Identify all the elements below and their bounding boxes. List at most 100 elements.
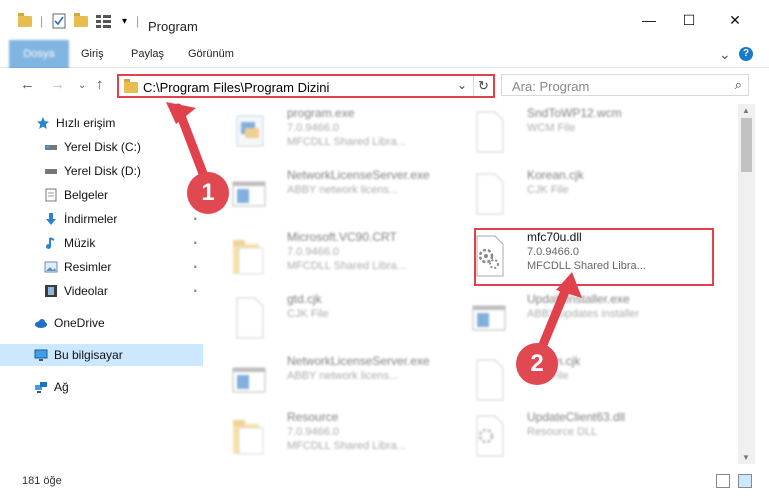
document-icon	[45, 188, 57, 202]
search-input[interactable]: Ara: Program ⌕	[501, 74, 749, 96]
separator: |	[136, 14, 140, 28]
details-view-icon[interactable]	[716, 474, 730, 488]
window-app-icon	[232, 181, 266, 207]
large-icons-view-icon[interactable]	[738, 474, 752, 488]
vertical-scrollbar[interactable]: ▲ ▼	[738, 104, 755, 464]
file-item[interactable]: UpdateInstaller.exe ABBY updates install…	[445, 290, 675, 346]
recent-locations-dropdown[interactable]: ⌄	[78, 80, 86, 91]
minimize-button[interactable]: —	[634, 10, 664, 30]
maximize-button[interactable]: ☐	[674, 10, 704, 30]
search-icon[interactable]: ⌕	[735, 77, 742, 93]
up-button[interactable]: ↑	[96, 76, 104, 93]
scroll-down-icon[interactable]: ▼	[742, 453, 750, 462]
sidebar-item-label: Müzik	[64, 236, 96, 250]
sidebar-item-label: Ağ	[54, 380, 69, 394]
address-dropdown-icon[interactable]: ⌄	[457, 78, 467, 92]
blank-file-icon	[236, 297, 264, 339]
drive-icon	[45, 169, 57, 174]
pin-icon: ▪	[193, 213, 197, 225]
sidebar-item-label: Hızlı erişim	[56, 116, 116, 130]
tab-view[interactable]: Görünüm	[188, 40, 234, 68]
computer-icon	[34, 349, 48, 361]
status-bar: 181 öğe	[0, 468, 769, 494]
sidebar-item-this-pc[interactable]: Bu bilgisayar	[0, 344, 203, 366]
star-icon	[37, 117, 49, 129]
file-highlight-box	[474, 228, 714, 286]
scroll-up-icon[interactable]: ▲	[742, 106, 750, 115]
file-item[interactable]: program.exe 7.0.9466.0 MFCDLL Shared Lib…	[205, 104, 435, 160]
download-icon	[46, 213, 56, 225]
sidebar-item-quick-access[interactable]: Hızlı erişim	[0, 112, 203, 134]
sidebar-item-label: Yerel Disk (D:)	[64, 164, 141, 178]
sidebar-item-label: Resimler	[64, 260, 112, 274]
address-bar[interactable]: C:\Program Files\Program Dizini ⌄ ↻	[117, 74, 495, 98]
file-item[interactable]: Korean.cjk CJK File	[445, 166, 675, 222]
refresh-button[interactable]: ↻	[473, 76, 493, 96]
file-item[interactable]: SndToWP12.wcm WCM File	[445, 104, 675, 160]
blank-file-icon	[476, 173, 504, 215]
sidebar-item-disk-c[interactable]: Yerel Disk (C:)	[0, 136, 203, 158]
video-icon	[45, 285, 57, 297]
blank-file-icon	[476, 359, 504, 401]
sidebar-item-videos[interactable]: Videolar ▪	[0, 280, 203, 302]
address-row: ← → ⌄ ↑ C:\Program Files\Program Dizini …	[0, 68, 769, 102]
folder-icon	[18, 12, 32, 30]
file-item[interactable]: Resource 7.0.9466.0 MFCDLL Shared Libra.…	[205, 408, 435, 464]
sidebar-item-downloads[interactable]: İndirmeler ▪	[0, 208, 203, 230]
ribbon-tabs: Dosya Giriş Paylaş Görünüm ⌄ ?	[0, 40, 769, 96]
file-item[interactable]: Korom.cjk CJK File	[445, 352, 675, 408]
window-app-icon	[232, 367, 266, 393]
file-item[interactable]: gtd.cjk CJK File	[205, 290, 435, 346]
sidebar-item-label: Videolar	[64, 284, 108, 298]
cloud-icon	[35, 319, 47, 328]
sidebar-item-label: İndirmeler	[64, 212, 118, 226]
address-path[interactable]: C:\Program Files\Program Dizini	[143, 80, 329, 95]
sidebar-item-disk-d[interactable]: Yerel Disk (D:)	[0, 160, 203, 182]
sidebar-item-label: Yerel Disk (C:)	[64, 140, 141, 154]
dll-gear-icon	[476, 415, 504, 457]
item-count: 181 öğe	[22, 475, 62, 487]
file-item[interactable]: UpdateClient63.dll Resource DLL	[445, 408, 675, 464]
expand-ribbon-icon[interactable]: ⌄	[719, 40, 731, 68]
sidebar-item-label: Bu bilgisayar	[54, 348, 123, 362]
title-bar: | ▾ | Program — ☐ ✕	[0, 0, 769, 40]
tab-home[interactable]: Giriş	[81, 40, 104, 68]
sidebar-item-onedrive[interactable]: OneDrive	[0, 312, 203, 334]
sidebar-item-pictures[interactable]: Resimler ▪	[0, 256, 203, 278]
pin-icon: ▪	[193, 237, 197, 249]
sidebar-item-label: OneDrive	[54, 316, 105, 330]
forward-button[interactable]: →	[50, 76, 65, 93]
pin-icon: ▪	[193, 261, 197, 273]
sidebar-item-music[interactable]: Müzik ▪	[0, 232, 203, 254]
exe-icon	[236, 115, 264, 147]
help-icon[interactable]: ?	[739, 47, 753, 61]
view-options-icon[interactable]	[96, 12, 116, 30]
folder-icon	[124, 79, 138, 93]
folder-icon	[233, 420, 264, 455]
tab-share[interactable]: Paylaş	[131, 40, 164, 68]
folder-icon	[233, 240, 264, 275]
scrollbar-thumb[interactable]	[741, 118, 752, 172]
music-icon	[46, 237, 55, 249]
sidebar-item-network[interactable]: Ağ	[0, 376, 203, 398]
new-folder-icon[interactable]	[74, 12, 88, 30]
back-button[interactable]: ←	[20, 76, 35, 93]
network-icon	[35, 382, 47, 393]
sidebar-item-documents[interactable]: Belgeler ▪	[0, 184, 203, 206]
file-item[interactable]: NetworkLicenseServer.exe ABBY network li…	[205, 166, 435, 222]
customize-toolbar-icon[interactable]: ▾	[122, 12, 127, 30]
properties-icon[interactable]	[52, 12, 66, 30]
navigation-pane: Hızlı erişim Yerel Disk (C:) Yerel Disk …	[0, 104, 205, 464]
search-placeholder: Ara: Program	[512, 79, 590, 94]
blank-file-icon	[476, 111, 504, 153]
sidebar-item-label: Belgeler	[64, 188, 109, 202]
window-app-icon	[472, 305, 506, 331]
close-button[interactable]: ✕	[720, 10, 750, 30]
pin-icon: ▪	[193, 285, 197, 297]
separator: |	[40, 14, 44, 28]
pictures-icon	[44, 261, 58, 273]
file-item[interactable]: NetworkLicenseServer.exe ABBY network li…	[205, 352, 435, 408]
window-title: Program	[148, 19, 198, 34]
file-item[interactable]: Microsoft.VC90.CRT 7.0.9466.0 MFCDLL Sha…	[205, 228, 435, 284]
drive-icon	[45, 145, 57, 150]
